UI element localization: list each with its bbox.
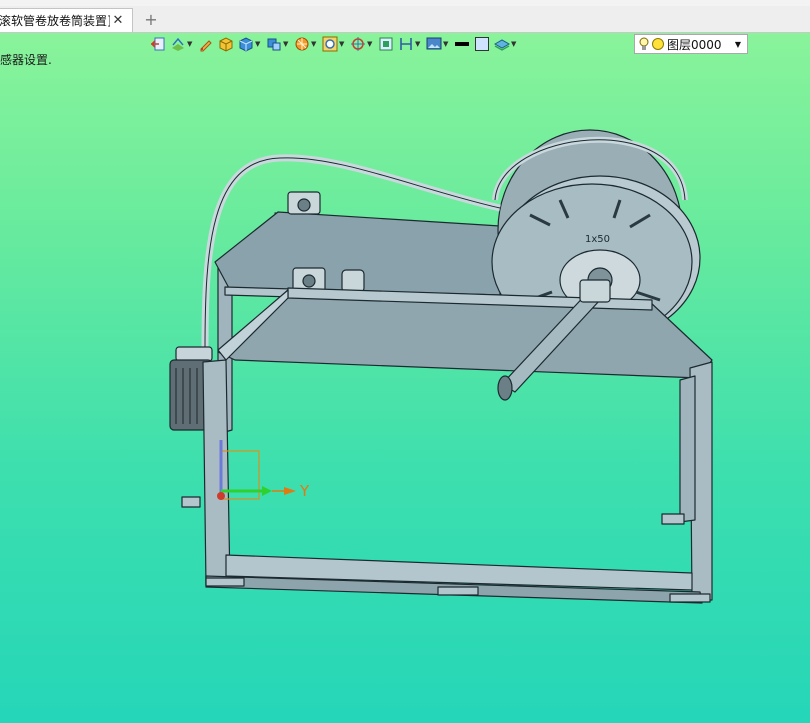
- model-viewport[interactable]: 1x50: [0, 0, 810, 723]
- frame-foot-front-left: [205, 577, 245, 587]
- frame-front-left-post: [202, 359, 231, 586]
- bearing-block-left-bore: [302, 274, 316, 288]
- triad-origin: [217, 492, 225, 500]
- frame-foot-right: [669, 593, 711, 603]
- triad-y-ext-arrow: [284, 487, 296, 495]
- machine-model: 1x50: [169, 129, 713, 604]
- shaft-collar: [341, 269, 365, 293]
- frame-foot-center: [437, 586, 479, 596]
- triad-y-arrow: [262, 486, 272, 496]
- triad-y-label: Y: [300, 482, 310, 500]
- reel-label: 1x50: [585, 234, 610, 245]
- frame-foot-left: [181, 496, 201, 508]
- coordinate-triad: [217, 440, 296, 500]
- frame-back-right-post: [679, 375, 696, 523]
- crank-bearing: [579, 279, 611, 303]
- frame-foot-back-right: [661, 513, 685, 525]
- bearing-block-top-bore: [297, 198, 311, 212]
- crank-handle: [497, 375, 513, 401]
- motor-cap: [175, 346, 213, 362]
